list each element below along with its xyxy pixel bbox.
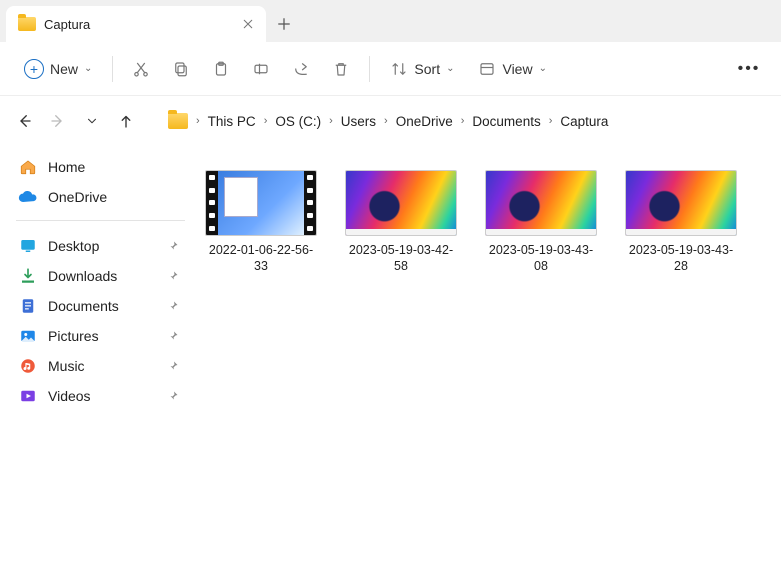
sidebar-item-desktop[interactable]: Desktop <box>14 231 187 261</box>
view-label: View <box>502 61 532 77</box>
crumb-os-c[interactable]: OS (C:) <box>275 114 321 129</box>
chevron-right-icon: › <box>384 115 388 127</box>
main-area: Home OneDrive Desktop Downloads <box>0 146 781 571</box>
plus-circle-icon: + <box>24 59 44 79</box>
sidebar-item-music[interactable]: Music <box>14 351 187 381</box>
sidebar-divider <box>16 220 185 221</box>
sidebar-item-home[interactable]: Home <box>14 152 187 182</box>
sort-label: Sort <box>414 61 440 77</box>
folder-icon <box>168 113 188 129</box>
crumb-users[interactable]: Users <box>341 114 376 129</box>
new-label: New <box>50 61 78 77</box>
cut-button[interactable] <box>123 54 159 84</box>
image-thumbnail <box>345 170 457 236</box>
pin-icon <box>167 360 179 372</box>
copy-button[interactable] <box>163 54 199 84</box>
tab-captura[interactable]: Captura <box>6 6 266 42</box>
file-name: 2022-01-06-22-56-33 <box>205 242 317 275</box>
image-thumbnail <box>485 170 597 236</box>
sidebar-label: Pictures <box>48 328 99 344</box>
tab-title: Captura <box>44 17 234 32</box>
file-grid: 2022-01-06-22-56-33 2023-05-19-03-42-58 … <box>195 146 781 571</box>
sort-button[interactable]: Sort ⌄ <box>380 54 464 84</box>
separator <box>369 56 370 82</box>
sidebar-label: Home <box>48 159 85 175</box>
forward-button[interactable] <box>48 111 68 131</box>
chevron-right-icon: › <box>329 115 333 127</box>
sidebar-label: Desktop <box>48 238 99 254</box>
image-thumbnail <box>625 170 737 236</box>
up-button[interactable] <box>116 111 136 131</box>
pin-icon <box>167 390 179 402</box>
chevron-right-icon: › <box>196 115 200 127</box>
more-button[interactable]: ••• <box>731 54 767 84</box>
crumb-captura[interactable]: Captura <box>560 114 608 129</box>
tab-bar: Captura <box>0 0 781 42</box>
sidebar: Home OneDrive Desktop Downloads <box>0 146 195 571</box>
file-item[interactable]: 2023-05-19-03-43-28 <box>625 170 737 275</box>
sidebar-item-videos[interactable]: Videos <box>14 381 187 411</box>
chevron-right-icon: › <box>549 115 553 127</box>
chevron-down-icon: ⌄ <box>84 63 92 74</box>
pin-icon <box>167 270 179 282</box>
file-name: 2023-05-19-03-42-58 <box>345 242 457 275</box>
new-tab-button[interactable] <box>266 6 302 42</box>
address-bar: › This PC › OS (C:) › Users › OneDrive ›… <box>0 96 781 146</box>
videos-icon <box>18 386 38 406</box>
video-thumbnail <box>205 170 317 236</box>
document-icon <box>18 296 38 316</box>
file-item[interactable]: 2023-05-19-03-43-08 <box>485 170 597 275</box>
pin-icon <box>167 300 179 312</box>
chevron-right-icon: › <box>461 115 465 127</box>
sidebar-label: Documents <box>48 298 119 314</box>
sidebar-item-pictures[interactable]: Pictures <box>14 321 187 351</box>
recent-locations-button[interactable] <box>82 111 102 131</box>
file-item[interactable]: 2022-01-06-22-56-33 <box>205 170 317 275</box>
chevron-right-icon: › <box>264 115 268 127</box>
sidebar-label: OneDrive <box>48 189 107 205</box>
pictures-icon <box>18 326 38 346</box>
pin-icon <box>167 240 179 252</box>
cloud-icon <box>18 187 38 207</box>
crumb-onedrive[interactable]: OneDrive <box>396 114 453 129</box>
download-icon <box>18 266 38 286</box>
share-button[interactable] <box>283 54 319 84</box>
toolbar: + New ⌄ Sort ⌄ View ⌄ ••• <box>0 42 781 96</box>
chevron-down-icon: ⌄ <box>539 63 547 74</box>
desktop-icon <box>18 236 38 256</box>
sidebar-label: Videos <box>48 388 91 404</box>
sidebar-item-downloads[interactable]: Downloads <box>14 261 187 291</box>
delete-button[interactable] <box>323 54 359 84</box>
chevron-down-icon: ⌄ <box>446 63 454 74</box>
ellipsis-icon: ••• <box>738 60 761 78</box>
rename-button[interactable] <box>243 54 279 84</box>
paste-button[interactable] <box>203 54 239 84</box>
file-name: 2023-05-19-03-43-08 <box>485 242 597 275</box>
crumb-this-pc[interactable]: This PC <box>208 114 256 129</box>
back-button[interactable] <box>14 111 34 131</box>
file-item[interactable]: 2023-05-19-03-42-58 <box>345 170 457 275</box>
sidebar-item-documents[interactable]: Documents <box>14 291 187 321</box>
close-tab-button[interactable] <box>242 18 254 30</box>
sidebar-label: Music <box>48 358 85 374</box>
view-button[interactable]: View ⌄ <box>468 54 556 84</box>
new-button[interactable]: + New ⌄ <box>14 53 102 85</box>
sidebar-label: Downloads <box>48 268 117 284</box>
separator <box>112 56 113 82</box>
file-name: 2023-05-19-03-43-28 <box>625 242 737 275</box>
crumb-documents[interactable]: Documents <box>472 114 540 129</box>
breadcrumb[interactable]: › This PC › OS (C:) › Users › OneDrive ›… <box>168 113 608 129</box>
music-icon <box>18 356 38 376</box>
folder-icon <box>18 17 36 31</box>
home-icon <box>18 157 38 177</box>
pin-icon <box>167 330 179 342</box>
sidebar-item-onedrive[interactable]: OneDrive <box>14 182 187 212</box>
